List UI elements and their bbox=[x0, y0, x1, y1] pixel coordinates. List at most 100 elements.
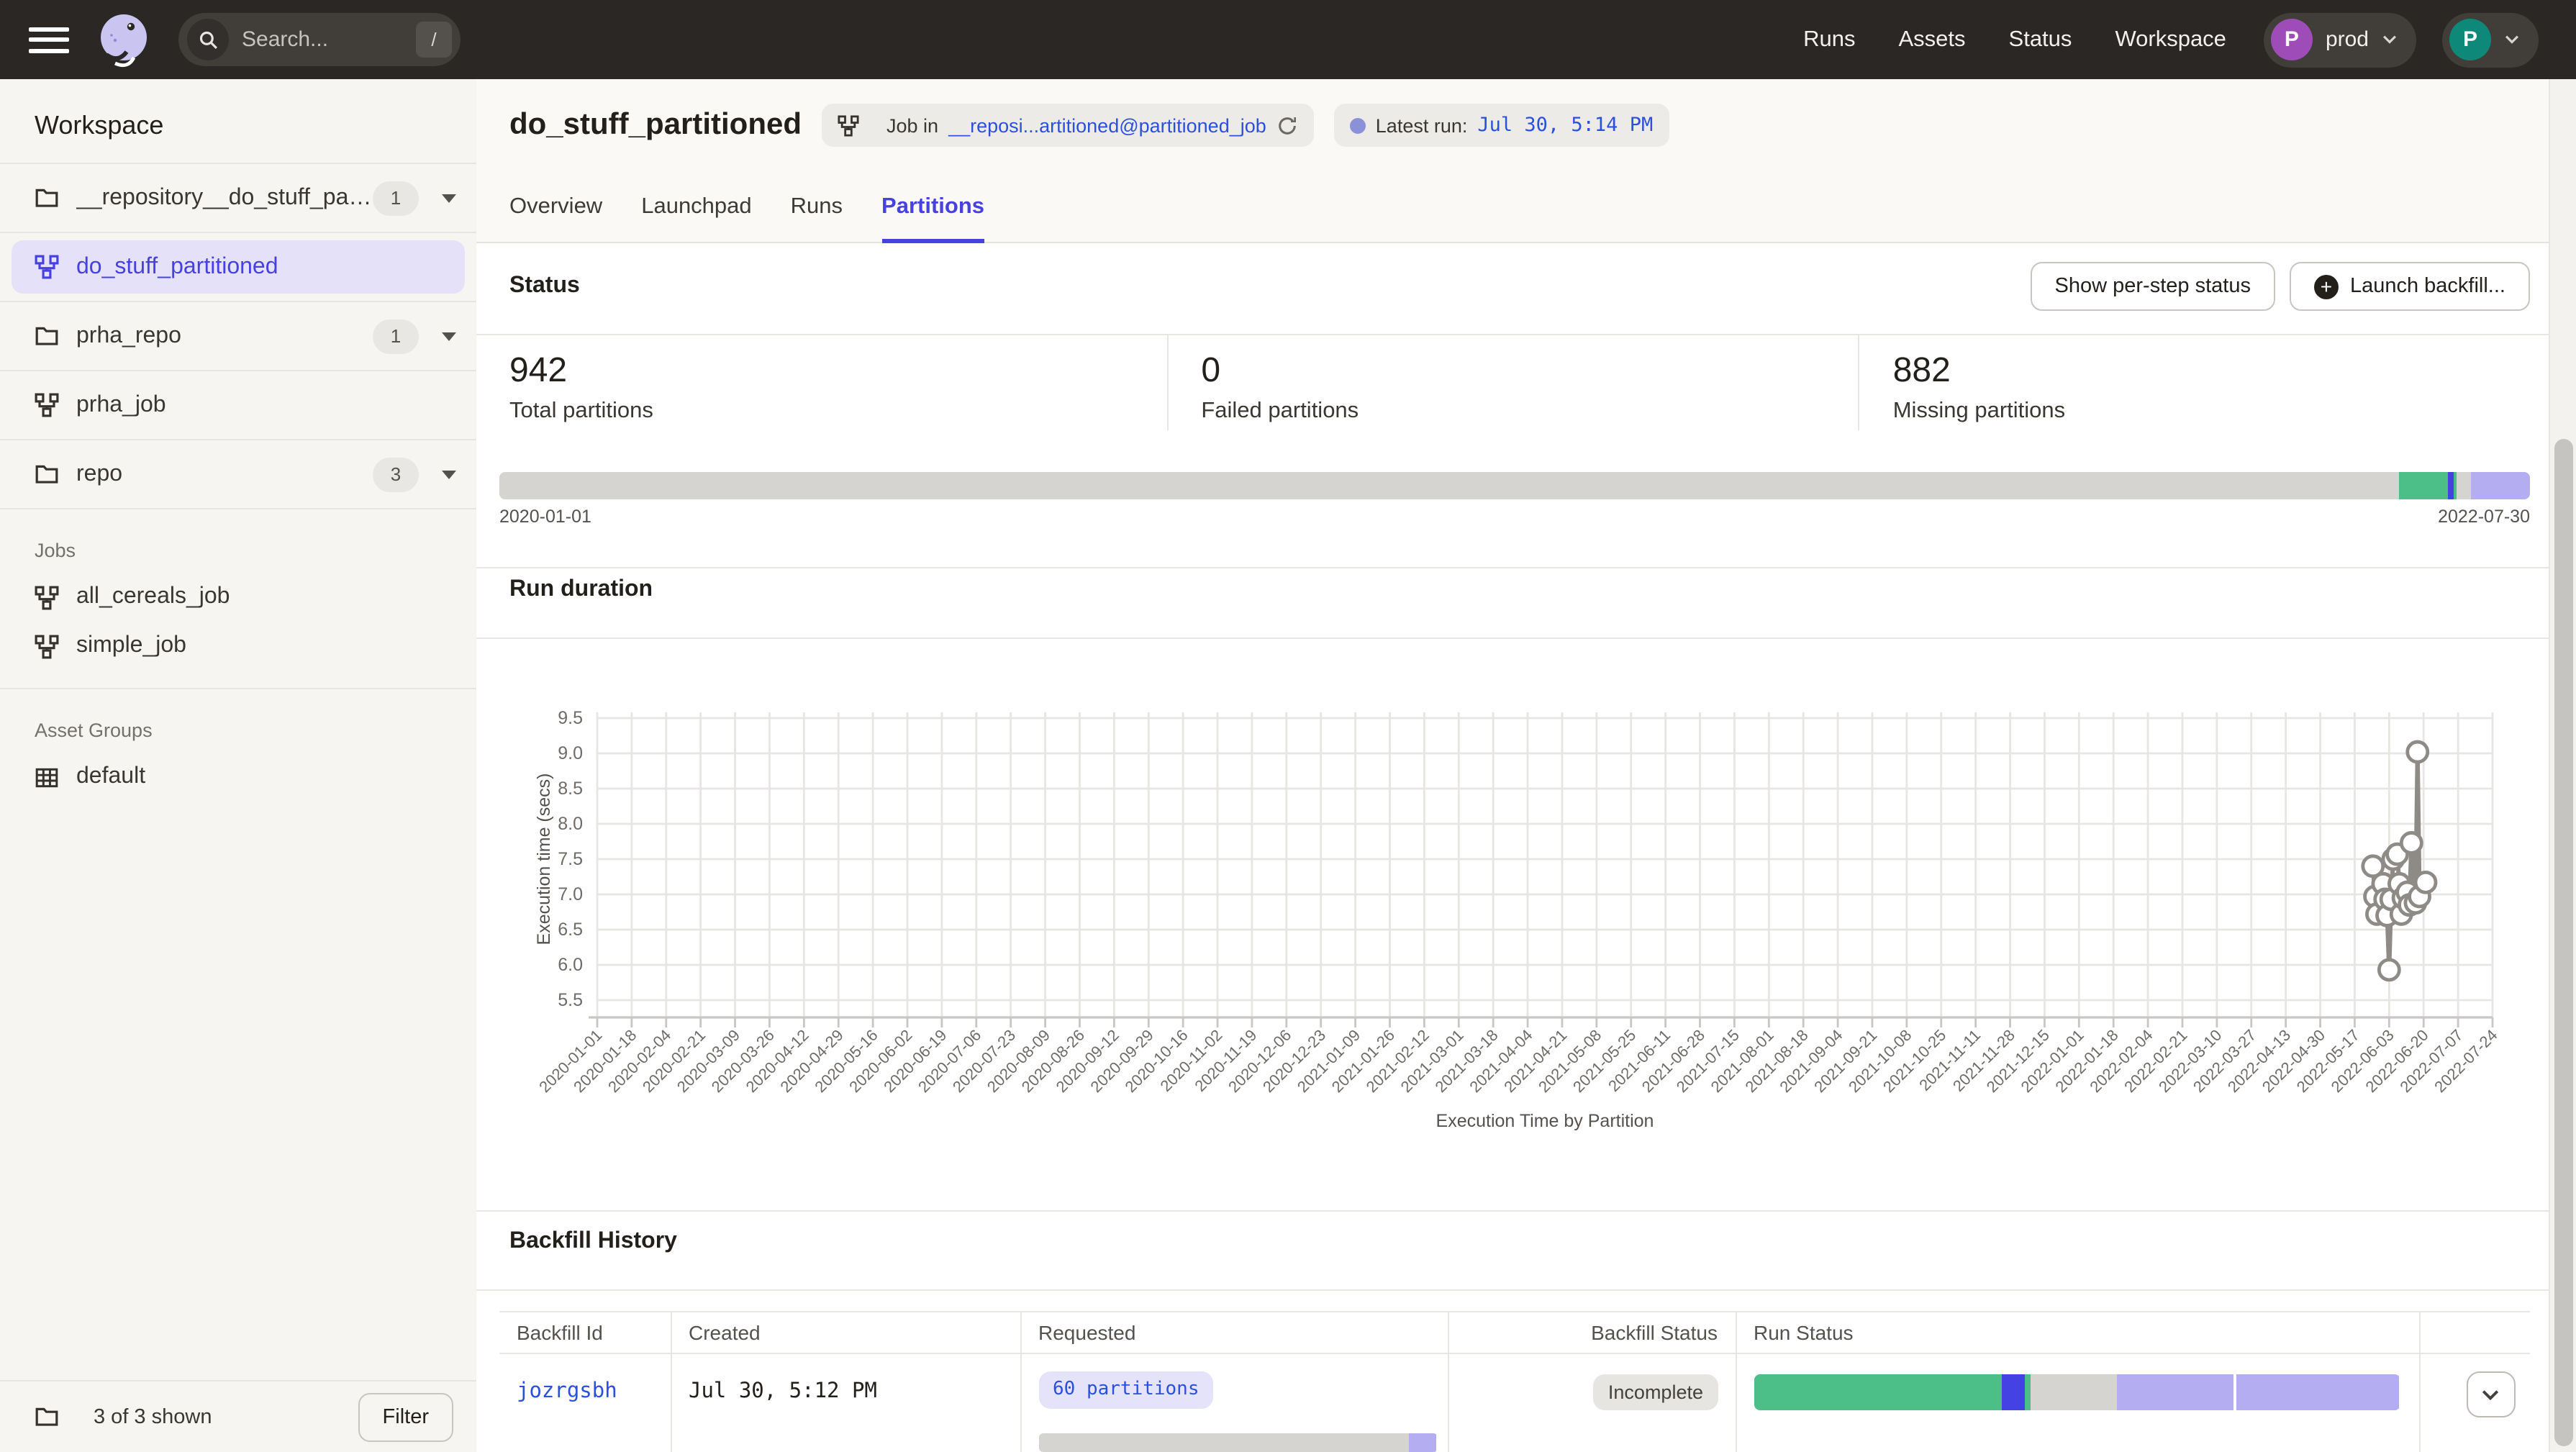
job-location-link[interactable]: __reposi...artitioned@partitioned_job bbox=[948, 114, 1266, 136]
sidebar-asset-group-default[interactable]: default bbox=[0, 753, 476, 802]
requested-partitions-chip[interactable]: 60 partitions bbox=[1038, 1371, 1214, 1409]
page-title: do_stuff_partitioned bbox=[509, 108, 802, 142]
bar-segment bbox=[2399, 472, 2448, 499]
job-icon bbox=[838, 114, 859, 136]
nav-runs[interactable]: Runs bbox=[1803, 27, 1855, 53]
cell-backfill-status: Incomplete bbox=[1448, 1353, 1736, 1452]
requested-partition-bar bbox=[1038, 1433, 1437, 1452]
job-count-badge: 3 bbox=[373, 457, 419, 491]
search-icon bbox=[187, 19, 229, 60]
deployment-avatar: P bbox=[2271, 19, 2313, 60]
caret-down-icon[interactable] bbox=[442, 194, 456, 202]
stat-label: Total partitions bbox=[509, 399, 1166, 425]
run-duration-heading: Run duration bbox=[509, 577, 653, 603]
plus-circle-icon: + bbox=[2314, 274, 2339, 299]
run-status-dot bbox=[1350, 117, 1366, 133]
sidebar-item-prha-repo[interactable]: prha_repo1 bbox=[0, 302, 476, 371]
cell-actions bbox=[2419, 1353, 2530, 1452]
backfill-id-link[interactable]: jozrgsbh bbox=[517, 1354, 653, 1403]
stat-label: Failed partitions bbox=[1201, 399, 1858, 425]
nav-workspace[interactable]: Workspace bbox=[2115, 27, 2226, 53]
partition-range-end: 2022-07-30 bbox=[2438, 507, 2530, 527]
main-panel: do_stuff_partitioned Job in __reposi...a… bbox=[476, 79, 2576, 1452]
bar-segment bbox=[2002, 1374, 2024, 1410]
sidebar-item-label: prha_job bbox=[76, 392, 456, 418]
tab-partitions[interactable]: Partitions bbox=[881, 194, 984, 243]
chevron-down-icon bbox=[2504, 35, 2520, 45]
sidebar-item-do-stuff-partitioned[interactable]: do_stuff_partitioned bbox=[0, 233, 476, 302]
divider bbox=[476, 567, 2576, 568]
cell-run-status bbox=[1736, 1353, 2419, 1452]
deployment-switcher[interactable]: P prod bbox=[2264, 12, 2416, 67]
refresh-icon[interactable] bbox=[1276, 114, 1298, 136]
run-duration-chart: 2020-01-012020-01-182020-02-042020-02-21… bbox=[532, 658, 2533, 1154]
nav-assets[interactable]: Assets bbox=[1899, 27, 1966, 53]
user-menu[interactable]: P bbox=[2442, 12, 2539, 67]
job-count-badge: 1 bbox=[373, 319, 419, 353]
tab-overview[interactable]: Overview bbox=[509, 194, 602, 243]
hamburger-menu-icon[interactable] bbox=[29, 24, 69, 55]
launch-backfill-button[interactable]: + Launch backfill... bbox=[2290, 262, 2530, 311]
svg-text:Execution Time by Partition: Execution Time by Partition bbox=[1436, 1111, 1654, 1131]
sidebar-item--repository-do-stuff-partitio-[interactable]: __repository__do_stuff_partitio...1 bbox=[0, 163, 476, 233]
search-placeholder: Search... bbox=[242, 27, 416, 52]
bar-segment bbox=[2236, 1374, 2400, 1410]
tab-runs[interactable]: Runs bbox=[791, 194, 843, 243]
job-header: do_stuff_partitioned Job in __reposi...a… bbox=[476, 79, 2576, 243]
job-icon bbox=[35, 585, 59, 609]
svg-text:9.0: 9.0 bbox=[558, 743, 583, 763]
scrollbar-thumb[interactable] bbox=[2554, 439, 2573, 1446]
caret-down-icon[interactable] bbox=[442, 332, 456, 340]
sidebar-job-simple_job[interactable]: simple_job bbox=[0, 622, 476, 671]
column-header-run-status: Run Status bbox=[1736, 1312, 2419, 1353]
sidebar-item-label: repo bbox=[76, 461, 373, 487]
search-input[interactable]: Search... / bbox=[178, 13, 461, 66]
column-header-backfill-status: Backfill Status bbox=[1448, 1312, 1736, 1353]
chevron-down-icon bbox=[2382, 35, 2398, 45]
asset-groups-section-label: Asset Groups bbox=[0, 689, 476, 753]
job-label: simple_job bbox=[76, 633, 186, 659]
folder-icon bbox=[35, 1405, 59, 1429]
job-icon bbox=[35, 393, 59, 417]
column-header-requested: Requested bbox=[1020, 1312, 1448, 1353]
svg-text:6.0: 6.0 bbox=[558, 955, 583, 975]
cell-created: Jul 30, 5:12 PM bbox=[671, 1353, 1020, 1452]
sidebar-item-prha-job[interactable]: prha_job bbox=[0, 371, 476, 440]
sidebar-item-repo[interactable]: repo3 bbox=[0, 440, 476, 509]
sidebar-item-label: do_stuff_partitioned bbox=[76, 254, 456, 280]
show-per-step-status-button[interactable]: Show per-step status bbox=[2031, 262, 2275, 311]
user-avatar: P bbox=[2449, 19, 2491, 60]
cell-backfill-id: jozrgsbh bbox=[499, 1353, 671, 1452]
svg-text:5.5: 5.5 bbox=[558, 990, 583, 1010]
job-icon bbox=[35, 634, 59, 658]
sidebar-job-all_cereals_job[interactable]: all_cereals_job bbox=[0, 573, 476, 622]
status-heading: Status bbox=[509, 273, 580, 299]
bar-segment bbox=[2448, 472, 2454, 499]
repos-shown-count: 3 of 3 shown bbox=[94, 1405, 358, 1428]
cell-requested: 60 partitions2020-01-012022-07-30 bbox=[1020, 1353, 1448, 1452]
svg-text:7.0: 7.0 bbox=[558, 884, 583, 904]
topbar: Search... / Runs Assets Status Workspace P … bbox=[0, 0, 2576, 79]
column-header-backfill-id: Backfill Id bbox=[499, 1312, 671, 1353]
svg-text:9.5: 9.5 bbox=[558, 708, 583, 728]
stat-value: 882 bbox=[1893, 351, 2550, 391]
caret-down-icon[interactable] bbox=[442, 470, 456, 478]
stat-missing-partitions: 882Missing partitions bbox=[1859, 335, 2550, 430]
top-navigation: Runs Assets Status Workspace bbox=[1803, 27, 2226, 53]
partition-range-start: 2020-01-01 bbox=[499, 507, 591, 527]
job-count-badge: 1 bbox=[373, 181, 419, 215]
nav-status[interactable]: Status bbox=[2009, 27, 2072, 53]
stat-value: 0 bbox=[1201, 351, 1858, 391]
expand-row-button[interactable] bbox=[2466, 1371, 2515, 1417]
latest-run-link[interactable]: Jul 30, 5:14 PM bbox=[1477, 114, 1653, 137]
filter-button[interactable]: Filter bbox=[358, 1392, 453, 1441]
sidebar-footer: 3 of 3 shown Filter bbox=[0, 1380, 476, 1452]
svg-text:8.5: 8.5 bbox=[558, 779, 583, 799]
job-in-label: Job in bbox=[886, 114, 938, 136]
tab-launchpad[interactable]: Launchpad bbox=[641, 194, 751, 243]
repo-list: __repository__do_stuff_partitio...1 do_st… bbox=[0, 163, 476, 509]
dagster-app: Search... / Runs Assets Status Workspace P … bbox=[0, 0, 2576, 1452]
dagster-logo-icon[interactable] bbox=[92, 8, 155, 71]
column-header-created: Created bbox=[671, 1312, 1020, 1353]
bar-segment bbox=[2471, 472, 2530, 499]
